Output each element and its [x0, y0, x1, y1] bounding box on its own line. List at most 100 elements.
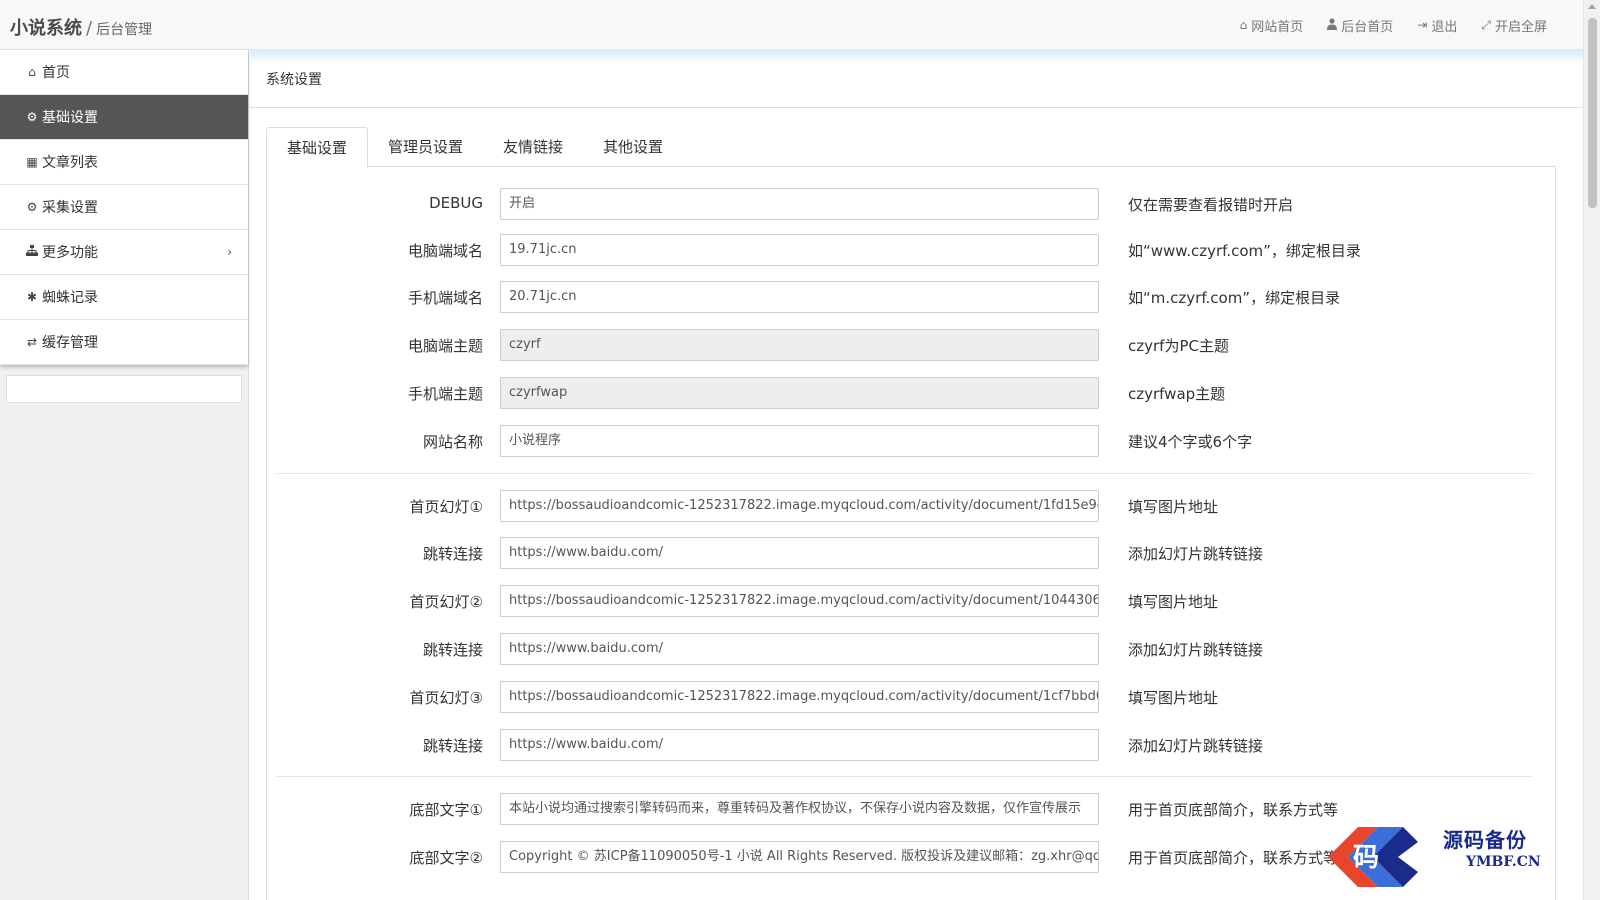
form-row-debug: DEBUG 开启 仅在需要查看报错时开启: [267, 188, 1557, 222]
field-help: 建议4个字或6个字: [1128, 433, 1253, 451]
slide-2-link-field[interactable]: https://www.baidu.com/: [500, 633, 1099, 665]
page-scrollbar[interactable]: [1583, 0, 1600, 900]
slide-2-image-field[interactable]: https://bossaudioandcomic-1252317822.ima…: [500, 585, 1099, 617]
tab-admin-settings[interactable]: 管理员设置: [368, 127, 483, 167]
sidebar-item-more-features[interactable]: 更多功能 ›: [0, 230, 248, 275]
sidebar-item-article-list[interactable]: ▦ 文章列表: [0, 140, 248, 185]
form-row-mobile-domain: 手机端域名 20.71jc.cn 如“m.czyrf.com”，绑定根目录: [267, 281, 1557, 315]
field-label: 底部文字①: [409, 801, 483, 819]
footer-text-2-field[interactable]: Copyright © 苏ICP备11090050号-1 小说 All Righ…: [500, 841, 1099, 873]
field-label: 跳转连接: [422, 641, 483, 659]
page-title: 系统设置: [250, 50, 1583, 108]
sidebar-item-spider-log[interactable]: ✱ 蜘蛛记录: [0, 275, 248, 320]
home-icon: ⌂: [28, 65, 36, 79]
field-help: 仅在需要查看报错时开启: [1128, 196, 1294, 214]
field-help: 添加幻灯片跳转链接: [1128, 737, 1264, 755]
field-help: czyrf为PC主题: [1128, 337, 1229, 355]
field-label: 首页幻灯③: [409, 689, 483, 707]
slide-3-link-field[interactable]: https://www.baidu.com/: [500, 729, 1099, 761]
form-row-site-name: 网站名称 小说程序 建议4个字或6个字: [267, 425, 1557, 459]
sidebar-item-label: 采集设置: [42, 200, 98, 216]
field-label: 电脑端主题: [407, 337, 483, 355]
settings-tabs: 基础设置 管理员设置 友情链接 其他设置: [266, 127, 1556, 168]
sidebar-item-label: 缓存管理: [42, 335, 98, 351]
tab-friend-links[interactable]: 友情链接: [483, 127, 583, 167]
form-row-slide-2: 首页幻灯② https://bossaudioandcomic-12523178…: [267, 585, 1557, 619]
form-row-pc-domain: 电脑端域名 19.71jc.cn 如“www.czyrf.com”，绑定根目录: [267, 234, 1557, 268]
slide-1-link-field[interactable]: https://www.baidu.com/: [500, 537, 1099, 569]
chevron-right-icon: ›: [227, 245, 232, 259]
home-icon: ⌂: [1239, 18, 1248, 32]
brand[interactable]: 小说系统 / 后台管理: [10, 14, 152, 40]
nav-label: 后台首页: [1341, 19, 1394, 35]
nav-label: 退出: [1431, 19, 1458, 35]
form-row-slide-2-link: 跳转连接 https://www.baidu.com/ 添加幻灯片跳转链接: [267, 633, 1557, 667]
watermark-domain: YMBF.CN: [1466, 854, 1541, 870]
sign-out-icon: ⇥: [1417, 18, 1428, 32]
pc-domain-field[interactable]: 19.71jc.cn: [500, 234, 1099, 266]
user-icon: [1327, 17, 1338, 33]
nav-admin-home-link[interactable]: 后台首页: [1327, 16, 1393, 35]
field-label: 电脑端域名: [407, 242, 483, 260]
top-nav: ⌂ 网站首页 后台首页 ⇥ 退出 ⤢ 开启全屏: [1240, 0, 1547, 50]
sidebar-search-input[interactable]: [6, 375, 242, 403]
nav-label: 网站首页: [1251, 19, 1304, 35]
field-label: 手机端域名: [407, 289, 483, 307]
app-subtitle: 后台管理: [96, 22, 153, 38]
field-label: 网站名称: [422, 433, 483, 451]
scroll-up-arrow-icon[interactable]: [1588, 4, 1596, 9]
sidebar-menu: ⌂ 首页 ⚙ 基础设置 ▦ 文章列表 ⚙ 采集设置 更多功能 › ✱ 蜘蛛记录 …: [0, 50, 248, 365]
nav-logout-link[interactable]: ⇥ 退出: [1417, 16, 1457, 35]
field-help: 如“www.czyrf.com”，绑定根目录: [1128, 242, 1361, 260]
form-row-slide-3: 首页幻灯③ https://bossaudioandcomic-12523178…: [267, 681, 1557, 715]
field-help: 添加幻灯片跳转链接: [1128, 545, 1264, 563]
scrollbar-thumb[interactable]: [1588, 18, 1597, 208]
sidebar-item-cache-management[interactable]: ⇄ 缓存管理: [0, 320, 248, 365]
tab-other-settings[interactable]: 其他设置: [583, 127, 683, 167]
field-label: DEBUG: [429, 194, 483, 212]
top-navbar: 小说系统 / 后台管理 ⌂ 网站首页 后台首页 ⇥ 退出 ⤢ 开启全屏: [0, 0, 1583, 50]
sidebar-item-label: 文章列表: [42, 155, 98, 171]
field-help: 如“m.czyrf.com”，绑定根目录: [1128, 289, 1341, 307]
field-help: 填写图片地址: [1128, 689, 1219, 707]
form-row-slide-3-link: 跳转连接 https://www.baidu.com/ 添加幻灯片跳转链接: [267, 729, 1557, 763]
field-label: 底部文字②: [409, 849, 483, 867]
field-help: 填写图片地址: [1128, 498, 1219, 516]
field-help: 填写图片地址: [1128, 593, 1219, 611]
slide-3-image-field[interactable]: https://bossaudioandcomic-1252317822.ima…: [500, 681, 1099, 713]
section-divider: [276, 776, 1532, 777]
watermark: 码 源码备份 YMBF.CN: [1318, 818, 1588, 900]
field-help: 添加幻灯片跳转链接: [1128, 641, 1264, 659]
sitemap-icon: [24, 245, 40, 259]
nav-fullscreen-link[interactable]: ⤢ 开启全屏: [1481, 16, 1547, 35]
watermark-logo-char: 码: [1353, 843, 1379, 873]
sidebar-item-basic-settings[interactable]: ⚙ 基础设置: [0, 95, 248, 140]
field-label: 首页幻灯①: [409, 498, 483, 516]
sidebar-item-label: 基础设置: [42, 110, 98, 126]
bug-icon: ✱: [26, 290, 38, 304]
form-row-mobile-theme: 手机端主题 czyrfwap czyrfwap主题: [267, 377, 1557, 411]
slide-1-image-field[interactable]: https://bossaudioandcomic-1252317822.ima…: [500, 490, 1099, 522]
footer-text-1-field[interactable]: 本站小说均通过搜索引擎转码而来，尊重转码及著作权协议，不保存小说内容及数据，仅作…: [500, 793, 1099, 825]
tab-basic-settings[interactable]: 基础设置: [266, 127, 369, 168]
mobile-domain-field[interactable]: 20.71jc.cn: [500, 281, 1099, 313]
nav-site-home-link[interactable]: ⌂ 网站首页: [1240, 16, 1304, 35]
fullscreen-icon: ⤢: [1481, 17, 1491, 32]
site-name-field[interactable]: 小说程序: [500, 425, 1099, 457]
mobile-theme-field: czyrfwap: [500, 377, 1099, 409]
sidebar-item-home[interactable]: ⌂ 首页: [0, 50, 248, 95]
app-name: 小说系统: [10, 18, 82, 39]
field-label: 跳转连接: [422, 545, 483, 563]
pc-theme-field: czyrf: [500, 329, 1099, 361]
settings-form: DEBUG 开启 仅在需要查看报错时开启 电脑端域名 19.71jc.cn 如“…: [266, 167, 1556, 900]
form-row-slide-1-link: 跳转连接 https://www.baidu.com/ 添加幻灯片跳转链接: [267, 537, 1557, 571]
debug-field[interactable]: 开启: [500, 188, 1099, 220]
sidebar-item-collect-settings[interactable]: ⚙ 采集设置: [0, 185, 248, 230]
field-label: 手机端主题: [407, 385, 483, 403]
sidebar-item-label: 更多功能: [42, 245, 98, 261]
gears-icon: ⚙: [26, 200, 38, 214]
watermark-logo: 码: [1328, 827, 1418, 887]
sidebar-item-label: 首页: [42, 65, 70, 81]
field-help: czyrfwap主题: [1128, 385, 1226, 403]
watermark-title: 源码备份: [1443, 828, 1527, 852]
